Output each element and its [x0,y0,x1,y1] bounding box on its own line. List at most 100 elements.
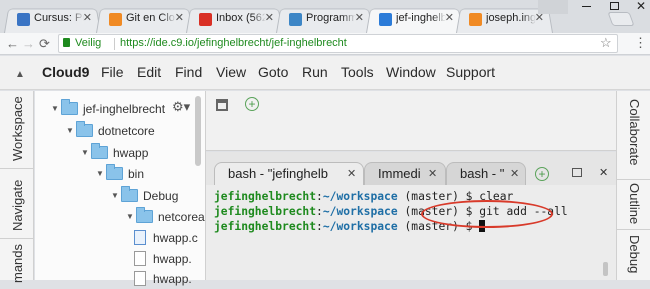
collaborate-panel-tab[interactable]: Collaborate [627,99,642,166]
address-bar-row: ← → ⟳ Veilig https://ide.c9.io/jefinghel… [0,33,650,55]
separator [114,38,115,50]
divider [617,179,650,180]
secure-label: Veilig [75,37,102,49]
tab-terminal-2[interactable]: bash - " ✕ [446,162,526,185]
workspace-panel-tab[interactable]: Workspace [10,96,25,161]
close-tab-icon[interactable]: ✕ [83,11,92,24]
expand-chevron-icon[interactable]: ▼ [51,104,59,113]
menu-view[interactable]: View [216,64,246,80]
close-tab-icon[interactable]: ✕ [355,11,364,24]
address-input[interactable]: Veilig https://ide.c9.io/jefinghelbrecht… [58,34,618,53]
tree-item-label: Debug [143,189,179,203]
favicon-icon [109,13,122,26]
panel-toggle-icon[interactable]: ▲ [15,69,25,80]
add-editor-tab-icon[interactable]: + [245,97,259,111]
menu-find[interactable]: Find [175,64,202,80]
forward-icon[interactable]: → [22,36,35,51]
tab-terminal-1[interactable]: bash - "jefinghelb ✕ [214,162,364,185]
tab-title: Inbox (562) - jo [216,12,266,24]
menu-goto[interactable]: Goto [258,64,288,80]
menu-tools[interactable]: Tools [341,64,374,80]
tree-folder[interactable]: ▼ bin [35,164,195,184]
tree-folder[interactable]: ▼ jef-inghelbrecht [35,99,195,119]
tree-item-label: hwapp [113,146,149,160]
folder-icon [91,143,108,159]
brand-logo[interactable]: Cloud9 [42,64,89,80]
tab-title: Git en Cloud9 [126,12,176,24]
expand-chevron-icon[interactable]: ▼ [96,169,104,178]
menu-support[interactable]: Support [446,64,495,80]
browser-tab[interactable]: Inbox (562) - jo✕ [186,6,283,34]
favicon-icon [199,13,212,26]
tab-title: Cursus: Progra [34,12,84,24]
expand-chevron-icon[interactable]: ▼ [81,148,89,157]
close-tab-icon[interactable]: ✕ [265,11,274,24]
favicon-icon [289,13,302,26]
tree-file[interactable]: hwapp. [35,249,195,269]
expand-chevron-icon[interactable]: ▼ [66,126,74,135]
tree-item-label: hwapp. [153,272,192,286]
expand-chevron-icon[interactable]: ▼ [126,212,134,221]
terminal-scrollbar[interactable] [603,262,608,276]
folder-icon [121,186,138,202]
tree-file[interactable]: hwapp. [35,269,195,289]
close-tab-icon[interactable]: ✕ [445,11,454,24]
menu-edit[interactable]: Edit [137,64,161,80]
tree-item-label: bin [128,167,145,181]
menu-run[interactable]: Run [302,64,328,80]
reload-icon[interactable]: ⟳ [39,36,50,52]
close-tab-icon[interactable]: ✕ [428,167,437,180]
tab-list-icon[interactable] [216,99,228,111]
url-text: https://ide.c9.io/jefinghelbrecht/jef-in… [120,37,347,49]
terminal-output[interactable]: jefinghelbrecht:~/workspace (master) $ c… [206,185,616,280]
settings-gear-icon[interactable]: ⚙▾ [172,99,190,115]
tab-label: bash - " [460,166,505,181]
tree-file[interactable]: hwapp.c [35,228,198,248]
add-terminal-tab-icon[interactable]: + [535,167,549,181]
close-pane-icon[interactable]: ✕ [599,166,608,179]
tree-scrollbar[interactable] [195,96,201,166]
terminal-tab-bar: bash - "jefinghelb ✕ Immedi ✕ bash - " ✕… [206,152,616,185]
tab-immediate[interactable]: Immedi ✕ [364,162,446,185]
tree-item-label: hwapp.c [153,231,198,245]
close-tab-icon[interactable]: ✕ [347,167,356,180]
back-icon[interactable]: ← [6,36,19,51]
tree-folder[interactable]: ▼ Debug [35,186,195,206]
maximize-pane-icon[interactable] [572,168,582,177]
close-window-icon[interactable]: ✕ [636,0,646,13]
profile-icon[interactable] [538,0,568,14]
file-icon [134,251,146,266]
expand-chevron-icon[interactable]: ▼ [111,191,119,200]
menu-kebab-icon[interactable]: ⋮ [634,35,647,51]
tree-folder[interactable]: ▼ hwapp [35,143,195,163]
new-tab-button[interactable] [607,12,635,26]
commands-panel-tab[interactable]: mands [10,244,25,283]
menu-window[interactable]: Window [386,64,436,80]
left-panel-rail: Workspace Navigate mands [0,91,34,283]
tree-folder[interactable]: ▼ netcoreapp [35,207,218,227]
outline-panel-tab[interactable]: Outline [627,183,642,224]
divider [617,229,650,230]
tree-folder[interactable]: ▼ dotnetcore [35,121,195,141]
folder-icon [136,207,153,223]
close-tab-icon[interactable]: ✕ [510,167,519,180]
minimize-icon[interactable] [582,6,591,7]
browser-tab[interactable]: jef-inghelbrecht✕ [366,6,463,34]
tab-label: bash - "jefinghelb [228,166,329,181]
maximize-icon[interactable] [610,2,619,10]
folder-icon [76,121,93,137]
debugger-panel-tab[interactable]: Debug [627,235,642,273]
browser-tab[interactable]: Git en Cloud9✕ [96,6,193,34]
tree-item-label: jef-inghelbrecht [83,102,166,116]
tab-label: Immedi [378,166,421,181]
browser-tab[interactable]: Programmere✕ [276,6,373,34]
window-controls: ✕ [538,0,650,14]
bookmark-star-icon[interactable]: ☆ [600,35,612,51]
menu-file[interactable]: File [101,64,124,80]
folder-icon [61,99,78,115]
close-tab-icon[interactable]: ✕ [175,11,184,24]
tree-item-label: dotnetcore [98,124,155,138]
browser-tab[interactable]: Cursus: Progra✕ [4,6,101,34]
navigate-panel-tab[interactable]: Navigate [10,180,25,231]
lock-icon [63,38,70,47]
